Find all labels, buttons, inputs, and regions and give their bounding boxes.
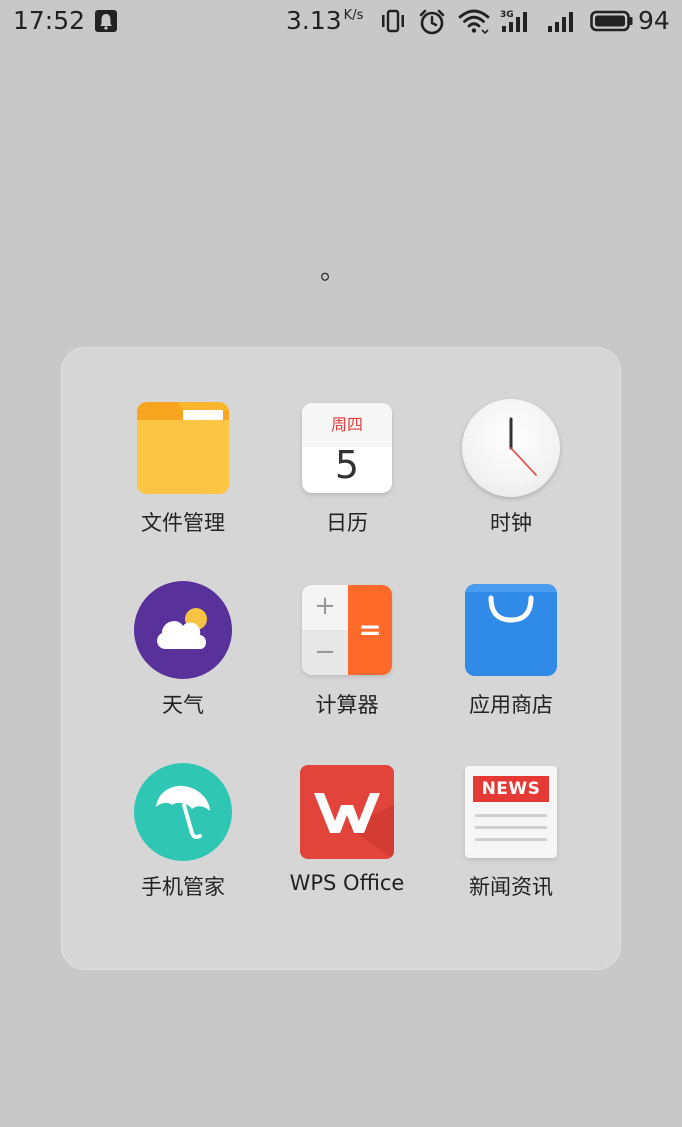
app-grid: 文件管理 周四 5 日历 时钟 天气 + − = 计算器 应用商店 手机管家 W… xyxy=(101,399,593,945)
app-label: 文件管理 xyxy=(141,511,225,535)
umbrella-icon xyxy=(134,763,232,861)
calendar-icon: 周四 5 xyxy=(298,399,396,497)
network-speed: 3.13 K/s xyxy=(286,6,363,35)
wifi-icon xyxy=(458,8,490,40)
calc-plus: + xyxy=(314,591,336,621)
news-icon: NEWS xyxy=(462,763,560,861)
calc-equals: = xyxy=(358,613,382,646)
app-label: 日历 xyxy=(326,511,368,535)
app-label: 新闻资讯 xyxy=(469,875,553,899)
wps-icon xyxy=(298,763,396,861)
news-badge: NEWS xyxy=(473,776,549,802)
cellular-3g-icon: 3G xyxy=(500,8,534,40)
app-calendar[interactable]: 周四 5 日历 xyxy=(265,399,429,581)
cellular-icon xyxy=(546,8,578,40)
folder-icon xyxy=(134,399,232,497)
app-store-icon xyxy=(462,581,560,679)
alarm-icon xyxy=(418,8,446,40)
folder-panel: 文件管理 周四 5 日历 时钟 天气 + − = 计算器 应用商店 手机管家 W… xyxy=(61,347,621,970)
app-label: WPS Office xyxy=(289,871,405,895)
app-store[interactable]: 应用商店 xyxy=(429,581,593,763)
status-time: 17:52 xyxy=(13,6,86,35)
app-label: 手机管家 xyxy=(141,875,225,899)
notification-icon xyxy=(94,9,118,37)
svg-text:3G: 3G xyxy=(500,10,514,20)
app-weather[interactable]: 天气 xyxy=(101,581,265,763)
folder-title[interactable]: 。 xyxy=(0,250,666,287)
network-speed-value: 3.13 xyxy=(286,6,342,35)
vibrate-icon xyxy=(380,8,406,38)
clock-icon xyxy=(462,399,560,497)
app-clock[interactable]: 时钟 xyxy=(429,399,593,581)
calendar-weekday: 周四 xyxy=(302,403,392,447)
network-speed-unit: K/s xyxy=(343,8,364,23)
app-file-manager[interactable]: 文件管理 xyxy=(101,399,265,581)
app-label: 时钟 xyxy=(490,511,532,535)
app-calculator[interactable]: + − = 计算器 xyxy=(265,581,429,763)
battery-level: 94 xyxy=(638,6,670,35)
calculator-icon: + − = xyxy=(298,581,396,679)
calc-minus: − xyxy=(314,637,336,667)
weather-icon xyxy=(134,581,232,679)
app-label: 计算器 xyxy=(315,693,379,717)
app-phone-manager[interactable]: 手机管家 xyxy=(101,763,265,945)
app-label: 应用商店 xyxy=(469,693,553,717)
calendar-day: 5 xyxy=(334,443,360,487)
app-wps-office[interactable]: WPS Office xyxy=(265,763,429,945)
app-news[interactable]: NEWS 新闻资讯 xyxy=(429,763,593,945)
status-bar: 17:52 3.13 K/s 3G 94 xyxy=(0,0,682,44)
battery-icon xyxy=(590,10,634,36)
app-label: 天气 xyxy=(162,693,204,717)
